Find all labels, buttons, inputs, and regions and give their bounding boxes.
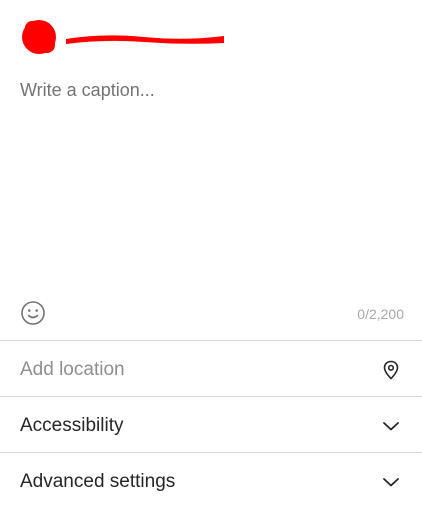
divider (0, 396, 422, 397)
character-count: 0/2,200 (357, 306, 404, 322)
accessibility-label: Accessibility (20, 414, 124, 436)
post-author-header (18, 16, 228, 58)
accessibility-row[interactable]: Accessibility (0, 398, 422, 453)
add-location-label: Add location (20, 358, 125, 380)
chevron-down-icon (380, 471, 402, 493)
redacted-username (66, 35, 224, 44)
advanced-settings-label: Advanced settings (20, 470, 176, 492)
caption-input[interactable] (20, 80, 404, 280)
add-location-row[interactable]: Add location (0, 342, 422, 397)
emoji-button[interactable] (20, 300, 46, 326)
advanced-settings-row[interactable]: Advanced settings (0, 454, 422, 509)
divider (0, 340, 422, 341)
chevron-down-icon (380, 415, 402, 437)
map-pin-icon (380, 359, 402, 381)
smiley-icon (21, 301, 45, 325)
redacted-avatar (22, 20, 56, 54)
divider (0, 452, 422, 453)
